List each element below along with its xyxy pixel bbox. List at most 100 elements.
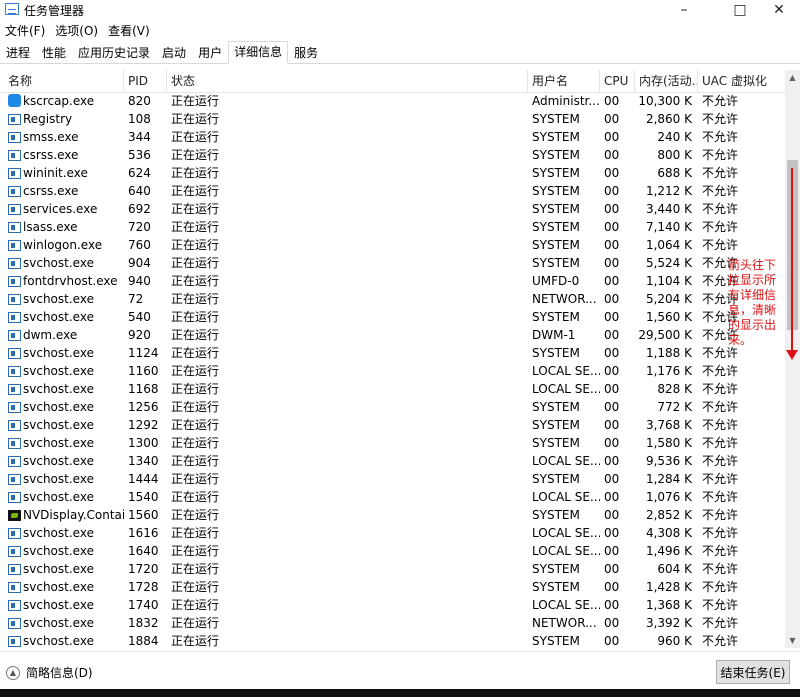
table-row[interactable]: svchost.exe 1292 正在运行 SYSTEM 00 3,768 K 不允许	[0, 416, 785, 434]
cell-user: SYSTEM	[532, 346, 580, 360]
column-header-pid[interactable]: PID	[124, 70, 167, 92]
column-header-memory[interactable]: 内存(活动...	[635, 70, 698, 92]
table-row[interactable]: wininit.exe 624 正在运行 SYSTEM 00 688 K 不允许	[0, 164, 785, 182]
cell-pid: 760	[128, 238, 151, 252]
table-row[interactable]: svchost.exe 1256 正在运行 SYSTEM 00 772 K 不允许	[0, 398, 785, 416]
table-row[interactable]: svchost.exe 1640 正在运行 LOCAL SE... 00 1,496 K 不…	[0, 542, 785, 560]
menu-options[interactable]: 选项(O)	[50, 22, 103, 40]
table-row[interactable]: csrss.exe 536 正在运行 SYSTEM 00 800 K 不允许	[0, 146, 785, 164]
cell-pid: 1292	[128, 418, 159, 432]
cell-mem: 772 K	[657, 400, 692, 414]
cell-mem: 1,064 K	[645, 238, 692, 252]
application-icon	[8, 438, 21, 449]
table-row[interactable]: svchost.exe 1832 正在运行 NETWOR... 00 3,392 K 不允许	[0, 614, 785, 632]
application-icon	[8, 222, 21, 233]
cell-cpu: 00	[604, 238, 620, 252]
cell-pid: 344	[128, 130, 151, 144]
cell-name: svchost.exe	[4, 488, 124, 506]
table-row[interactable]: services.exe 692 正在运行 SYSTEM 00 3,440 K 不允许	[0, 200, 785, 218]
cell-cpu: 00	[604, 184, 620, 198]
cell-name: svchost.exe	[4, 524, 124, 542]
table-row[interactable]: svchost.exe 904 正在运行 SYSTEM 00 5,524 K 不允许	[0, 254, 785, 272]
cell-status: 正在运行	[171, 634, 220, 648]
table-row[interactable]: svchost.exe 1124 正在运行 SYSTEM 00 1,188 K 不允许	[0, 344, 785, 362]
close-button[interactable]: ✕	[756, 0, 800, 20]
table-row[interactable]: svchost.exe 72 正在运行 NETWOR... 00 5,204 K 不允许	[0, 290, 785, 308]
menu-view[interactable]: 查看(V)	[103, 22, 155, 40]
cell-pid: 820	[128, 94, 151, 108]
cell-mem: 1,580 K	[645, 436, 692, 450]
table-row[interactable]: lsass.exe 720 正在运行 SYSTEM 00 7,140 K 不允许	[0, 218, 785, 236]
process-name: svchost.exe	[23, 472, 94, 486]
table-row[interactable]: csrss.exe 640 正在运行 SYSTEM 00 1,212 K 不允许	[0, 182, 785, 200]
table-row[interactable]: svchost.exe 1160 正在运行 LOCAL SE... 00 1,176 K 不…	[0, 362, 785, 380]
process-name: svchost.exe	[23, 490, 94, 504]
process-name: svchost.exe	[23, 598, 94, 612]
fewer-details-toggle[interactable]: ▲ 简略信息(D)	[6, 664, 93, 681]
table-row[interactable]: svchost.exe 540 正在运行 SYSTEM 00 1,560 K 不允许	[0, 308, 785, 326]
table-row[interactable]: svchost.exe 1616 正在运行 LOCAL SE... 00 4,308 K 不…	[0, 524, 785, 542]
table-row[interactable]: dwm.exe 920 正在运行 DWM-1 00 29,500 K 不允许	[0, 326, 785, 344]
table-row[interactable]: fontdrvhost.exe 940 正在运行 UMFD-0 00 1,104 K 不允许	[0, 272, 785, 290]
table-row[interactable]: smss.exe 344 正在运行 SYSTEM 00 240 K 不允许	[0, 128, 785, 146]
table-row[interactable]: svchost.exe 1168 正在运行 LOCAL SE... 00 828 K 不允许	[0, 380, 785, 398]
scroll-down-icon[interactable]: ▼	[785, 633, 800, 648]
cell-status: 正在运行	[171, 220, 220, 234]
table-row[interactable]: svchost.exe 1300 正在运行 SYSTEM 00 1,580 K 不允许	[0, 434, 785, 452]
table-row[interactable]: svchost.exe 1444 正在运行 SYSTEM 00 1,284 K 不允许	[0, 470, 785, 488]
cell-cpu: 00	[604, 490, 620, 504]
table-row[interactable]: svchost.exe 1740 正在运行 LOCAL SE... 00 1,368 K 不…	[0, 596, 785, 614]
column-header-username[interactable]: 用户名	[528, 70, 600, 92]
column-header-name[interactable]: 名称	[4, 70, 124, 92]
table-row[interactable]: kscrcap.exe 820 正在运行 Administr... 00 10,300 K…	[0, 92, 785, 110]
table-row[interactable]: svchost.exe 1720 正在运行 SYSTEM 00 604 K 不允许	[0, 560, 785, 578]
process-name: svchost.exe	[23, 526, 94, 540]
table-row[interactable]: svchost.exe 1884 正在运行 SYSTEM 00 960 K 不允许	[0, 632, 785, 648]
table-row[interactable]: Registry 108 正在运行 SYSTEM 00 2,860 K 不允许	[0, 110, 785, 128]
end-task-button[interactable]: 结束任务(E)	[716, 660, 790, 684]
column-header-cpu[interactable]: CPU	[600, 70, 635, 92]
tab-users[interactable]: 用户	[192, 42, 228, 63]
cell-user: SYSTEM	[532, 400, 580, 414]
tab-app-history[interactable]: 应用历史记录	[72, 42, 156, 63]
cell-mem: 240 K	[657, 130, 692, 144]
scroll-up-icon[interactable]: ▲	[785, 70, 800, 85]
table-row[interactable]: svchost.exe 1340 正在运行 LOCAL SE... 00 9,536 K 不…	[0, 452, 785, 470]
process-name: svchost.exe	[23, 562, 94, 576]
cell-name: csrss.exe	[4, 146, 124, 164]
cell-mem: 1,368 K	[645, 598, 692, 612]
cell-pid: 624	[128, 166, 151, 180]
nvidia-icon	[8, 510, 21, 521]
cell-uac: 不允许	[702, 400, 739, 414]
cell-mem: 1,428 K	[645, 580, 692, 594]
table-row[interactable]: NVDisplay.Contain... 1560 正在运行 SYSTEM 00 2,85…	[0, 506, 785, 524]
minimize-button[interactable]: –	[661, 0, 707, 20]
process-name: wininit.exe	[23, 166, 88, 180]
table-row[interactable]: winlogon.exe 760 正在运行 SYSTEM 00 1,064 K 不允许	[0, 236, 785, 254]
tab-startup[interactable]: 启动	[156, 42, 192, 63]
cell-uac: 不允许	[702, 526, 739, 540]
column-header-uac[interactable]: UAC 虚拟化	[698, 70, 785, 92]
column-header-status[interactable]: 状态	[167, 70, 528, 92]
cell-status: 正在运行	[171, 562, 220, 576]
cell-name: csrss.exe	[4, 182, 124, 200]
cell-cpu: 00	[604, 310, 620, 324]
application-icon	[8, 114, 21, 125]
tab-performance[interactable]: 性能	[36, 42, 72, 63]
tab-services[interactable]: 服务	[288, 42, 324, 63]
table-row[interactable]: svchost.exe 1540 正在运行 LOCAL SE... 00 1,076 K 不…	[0, 488, 785, 506]
process-name: kscrcap.exe	[23, 94, 95, 108]
cell-status: 正在运行	[171, 346, 220, 360]
table-row[interactable]: svchost.exe 1728 正在运行 SYSTEM 00 1,428 K 不允许	[0, 578, 785, 596]
cell-mem: 7,140 K	[645, 220, 692, 234]
cell-mem: 5,524 K	[645, 256, 692, 270]
tab-details[interactable]: 详细信息	[228, 41, 289, 64]
cell-user: LOCAL SE...	[532, 598, 600, 612]
cell-mem: 688 K	[657, 166, 692, 180]
cell-status: 正在运行	[171, 94, 220, 108]
cell-status: 正在运行	[171, 544, 220, 558]
cell-status: 正在运行	[171, 436, 220, 450]
menu-file[interactable]: 文件(F)	[0, 22, 50, 40]
tab-processes[interactable]: 进程	[0, 42, 36, 63]
cell-user: NETWOR...	[532, 616, 597, 630]
